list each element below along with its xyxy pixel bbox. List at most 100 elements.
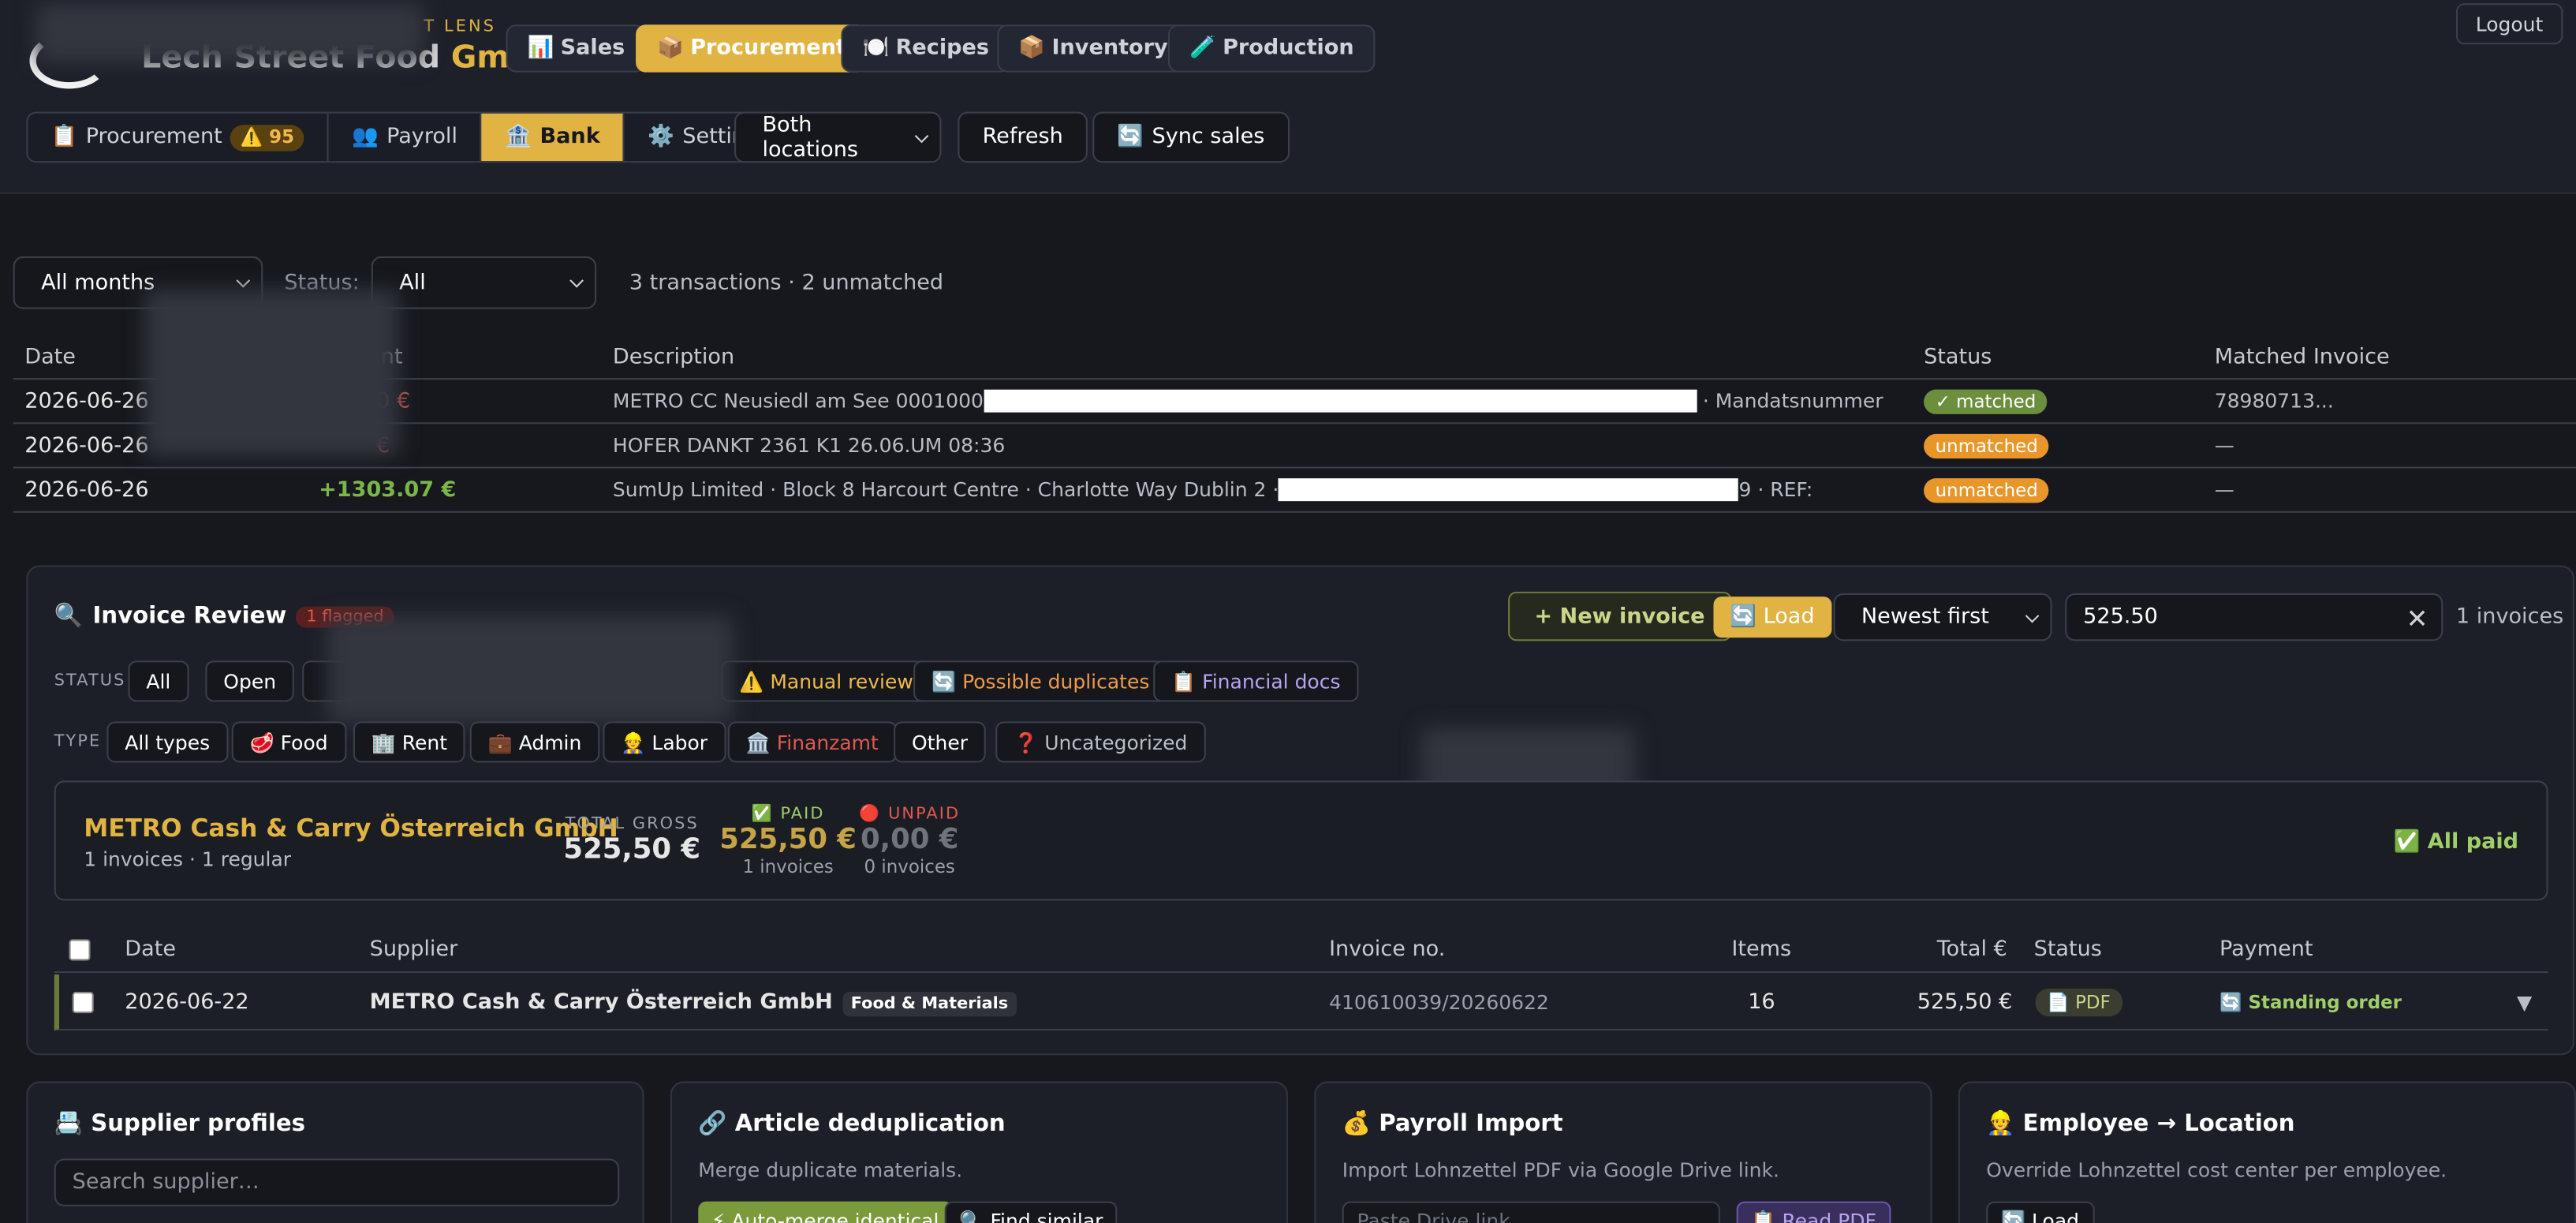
nav-label: Recipes — [895, 36, 990, 62]
tab-label: Procurement — [85, 125, 222, 150]
pdf-badge[interactable]: 📄 PDF — [2035, 987, 2122, 1016]
title-text: Invoice Review — [92, 603, 287, 630]
summary-supplier: METRO Cash & Carry Österreich GmbH — [84, 813, 618, 843]
logout-button[interactable]: Logout — [2455, 3, 2563, 45]
card-title: 🔗 Article deduplication — [698, 1111, 1006, 1138]
sync-sales-button[interactable]: 🔄 Sync sales — [1092, 111, 1290, 163]
col-date[interactable]: Date — [125, 937, 176, 962]
load-employees-button[interactable]: 🔄 Load — [1986, 1201, 2094, 1223]
month-filter-value: All months — [41, 270, 155, 295]
clear-icon[interactable]: ✕ — [2406, 603, 2429, 634]
status-chip-all[interactable]: All — [128, 660, 189, 702]
tx-description: SumUp Limited · Block 8 Harcourt Centre … — [613, 478, 1924, 502]
nav-label: Sales — [560, 36, 625, 62]
matched-invoice-link[interactable]: 78980713... — [2215, 390, 2334, 413]
col-status[interactable]: Status — [1924, 345, 2215, 369]
invoice-search-input[interactable]: 525.50 ✕ — [2065, 593, 2443, 641]
col-items[interactable]: Items — [1731, 937, 1791, 962]
type-chip-admin[interactable]: 💼 Admin — [469, 721, 600, 763]
load-button[interactable]: 🔄 Load — [1713, 597, 1831, 638]
type-chip-all[interactable]: All types — [106, 721, 229, 763]
invoice-row[interactable]: 2026-06-22 METRO Cash & Carry Österreich… — [54, 974, 2548, 1030]
invoice-number: 410610039/20260622 — [1329, 989, 1549, 1014]
nav-recipes[interactable]: 🍽️ Recipes — [841, 24, 1011, 73]
unpaid-value: 0,00 € — [861, 823, 959, 857]
brand-tagline: T LENS — [424, 17, 497, 36]
col-supplier[interactable]: Supplier — [370, 937, 458, 962]
status-badge: ✓ matched — [1924, 388, 2048, 413]
type-chip-rent[interactable]: 🏢 Rent — [353, 721, 465, 763]
package-icon: 📦 — [1018, 36, 1046, 62]
table-row[interactable]: 2026-06-26 +1303.07 € SumUp Limited · Bl… — [13, 469, 2576, 513]
status-row-label: STATUS — [54, 671, 126, 690]
col-status[interactable]: Status — [2034, 937, 2102, 962]
gear-icon: ⚙️ — [648, 125, 674, 150]
type-chip-uncategorized[interactable]: ❓ Uncategorized — [995, 721, 1206, 763]
tab-procurement[interactable]: 📋 Procurement ⚠️ 95 — [28, 113, 329, 162]
col-payment[interactable]: Payment — [2219, 937, 2313, 962]
card-title: 💰 Payroll Import — [1342, 1111, 1563, 1138]
app-root: T LENS Lech Street Food GmbH 📊Sales 📦Pro… — [0, 0, 2576, 1223]
type-chip-labor[interactable]: 👷 Labor — [603, 721, 726, 763]
total-label: TOTAL GROSS — [565, 815, 699, 834]
chevron-down-icon — [569, 273, 584, 288]
status-chip-open[interactable]: Open — [205, 660, 294, 702]
invoice-count: 1 invoices — [2455, 604, 2564, 630]
read-pdf-button[interactable]: 📋 Read PDF — [1736, 1201, 1891, 1223]
magnifier-icon: 🔍 — [54, 603, 84, 630]
supplier-search-input[interactable]: Search supplier… — [54, 1158, 620, 1206]
tx-desc-text: SumUp Limited · Block 8 Harcourt Centre … — [612, 477, 1279, 501]
redacted-area — [144, 289, 400, 458]
paid-sub: 1 invoices — [742, 856, 834, 878]
nav-production[interactable]: 🧪 Production — [1167, 24, 1376, 73]
refresh-button[interactable]: Refresh — [958, 111, 1088, 163]
status-chip-duplicates[interactable]: 🔄 Possible duplicates — [913, 660, 1168, 702]
status-filter-select[interactable]: All — [371, 256, 597, 309]
sort-value: Newest first — [1861, 604, 1989, 630]
tx-amount: +1303.07 € — [319, 477, 457, 503]
tab-payroll[interactable]: 👥 Payroll — [329, 113, 483, 162]
supplier-name: METRO Cash & Carry Österreich GmbH — [369, 989, 833, 1015]
people-icon: 👥 — [351, 125, 379, 150]
redacted-area — [327, 616, 733, 724]
redacted-area — [983, 390, 1697, 413]
article-dedup-card: 🔗 Article deduplication Merge duplicate … — [670, 1081, 1288, 1223]
select-all-checkbox[interactable] — [69, 939, 91, 961]
new-invoice-button[interactable]: + New invoice — [1508, 591, 1731, 641]
nav-procurement[interactable]: 📦 Procurement — [636, 24, 868, 73]
supplier-summary: METRO Cash & Carry Österreich GmbH 1 inv… — [54, 780, 2548, 901]
status-badge: unmatched — [1924, 477, 2050, 503]
row-checkbox[interactable] — [72, 990, 94, 1013]
nav-inventory[interactable]: 📦 Inventory — [997, 24, 1189, 73]
auto-merge-button[interactable]: ⚡ Auto-merge identical — [698, 1201, 953, 1223]
status-filter-value: All — [399, 270, 426, 295]
matched-invoice: — — [2214, 433, 2234, 458]
all-paid-indicator: ✅ All paid — [2393, 829, 2519, 855]
invoice-supplier: METRO Cash & Carry Österreich GmbH Food &… — [369, 989, 1017, 1016]
drive-link-input[interactable]: Paste Drive link — [1342, 1201, 1720, 1223]
card-subtitle: Import Lohnzettel PDF via Google Drive l… — [1342, 1158, 1779, 1182]
type-chip-food[interactable]: 🥩 Food — [231, 721, 346, 763]
col-matched-invoice[interactable]: Matched Invoice — [2215, 345, 2390, 369]
plate-icon: 🍽️ — [862, 36, 890, 62]
status-chip-financial-docs[interactable]: 📋 Financial docs — [1153, 660, 1359, 702]
col-description[interactable]: Description — [613, 345, 1924, 369]
flask-icon: 🧪 — [1189, 36, 1216, 62]
location-select[interactable]: Both locations — [734, 111, 942, 163]
sort-select[interactable]: Newest first — [1833, 593, 2052, 641]
find-similar-button[interactable]: 🔍 Find similar — [944, 1201, 1118, 1223]
tx-description: METRO CC Neusiedl am See 0001000 · Manda… — [613, 389, 1924, 413]
type-chip-finanzamt[interactable]: 🏛️ Finanzamt — [727, 721, 897, 763]
col-total[interactable]: Total € — [1937, 937, 2007, 962]
tab-label: Payroll — [386, 125, 457, 150]
status-chip-manual-review[interactable]: ⚠️ Manual review — [721, 660, 931, 702]
tx-description: HOFER DANKT 2361 K1 26.06.UM 08:36 — [612, 433, 1006, 458]
card-subtitle: Override Lohnzettel cost center per empl… — [1986, 1158, 2447, 1182]
tx-desc-text: · Mandatsnummer — [1696, 389, 1883, 413]
nav-sales[interactable]: 📊 Sales — [506, 24, 647, 73]
total-value: 525,50 € — [563, 833, 701, 866]
col-invoice-no[interactable]: Invoice no. — [1329, 937, 1445, 962]
tab-bank[interactable]: 🏦 Bank — [482, 113, 625, 162]
expand-row-icon[interactable]: ▼ — [2517, 990, 2532, 1013]
type-chip-other[interactable]: Other — [894, 721, 986, 763]
